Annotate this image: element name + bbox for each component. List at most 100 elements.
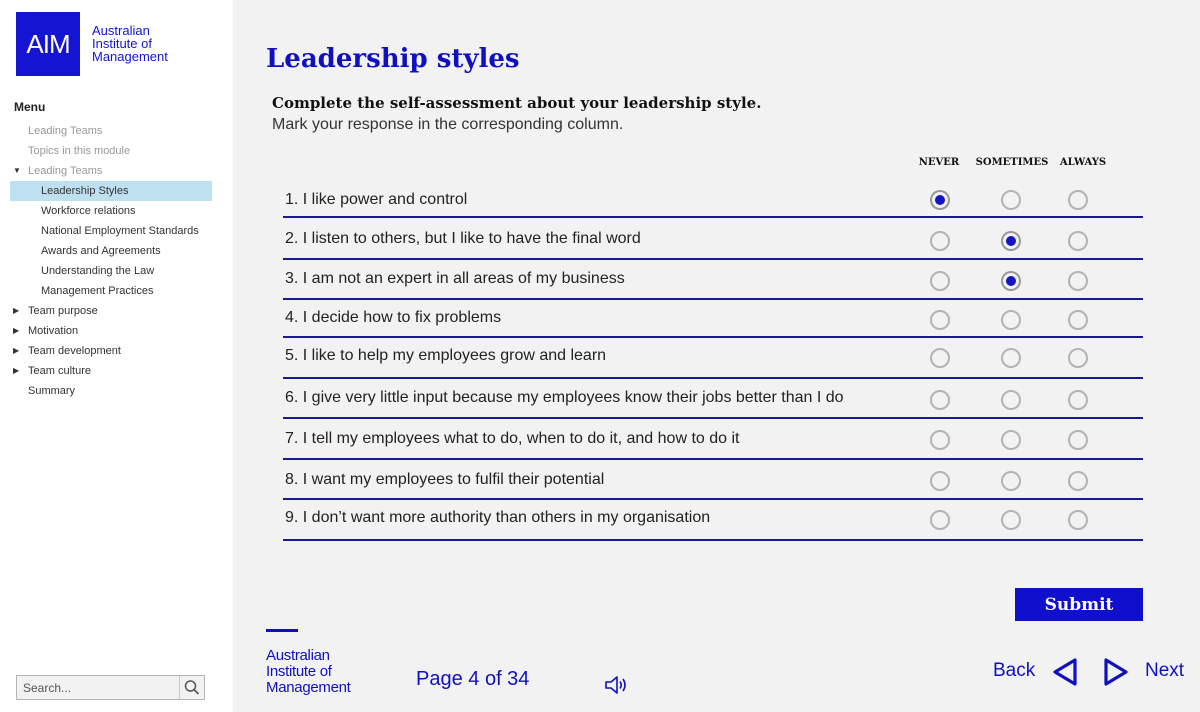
radio-never[interactable] bbox=[930, 231, 950, 251]
caret-down-icon[interactable]: ▼ bbox=[13, 161, 21, 181]
sidebar-item-label: Management Practices bbox=[41, 285, 154, 297]
radio-never[interactable] bbox=[930, 271, 950, 291]
sidebar-item-label: Awards and Agreements bbox=[41, 245, 161, 257]
search-input[interactable] bbox=[23, 679, 173, 696]
footer-logo-line: Australian bbox=[266, 647, 330, 664]
logo-mark: AIM bbox=[26, 28, 70, 59]
footer-divider bbox=[266, 629, 298, 632]
row-divider bbox=[283, 258, 1143, 260]
radio-never[interactable] bbox=[930, 348, 950, 368]
column-header-never: NEVER bbox=[918, 157, 960, 168]
radio-never[interactable] bbox=[930, 190, 950, 210]
instruction-heading: Complete the self-assessment about your … bbox=[272, 94, 762, 112]
footer-logo-line: Institute of bbox=[266, 663, 332, 680]
sidebar-item-label: Leading Teams bbox=[28, 125, 103, 137]
sidebar: AIM Australian Institute of Management M… bbox=[0, 0, 233, 712]
radio-sometimes[interactable] bbox=[1001, 348, 1021, 368]
question-text: 5. I like to help my employees grow and … bbox=[285, 347, 607, 364]
caret-right-icon[interactable]: ▶ bbox=[13, 301, 19, 321]
sidebar-item[interactable]: ▶ Motivation bbox=[10, 321, 212, 341]
sidebar-item[interactable]: Topics in this module bbox=[10, 141, 212, 161]
question-text: 8. I want my employees to fulfil their p… bbox=[285, 471, 605, 488]
radio-sometimes[interactable] bbox=[1001, 390, 1021, 410]
radio-never[interactable] bbox=[930, 430, 950, 450]
sidebar-item-label: Team culture bbox=[28, 365, 91, 377]
sidebar-item-label: Team development bbox=[28, 345, 121, 357]
radio-sometimes[interactable] bbox=[1001, 430, 1021, 450]
footer-logo-line: Management bbox=[266, 679, 351, 696]
radio-dot bbox=[1006, 236, 1016, 246]
column-header-always: ALWAYS bbox=[1059, 157, 1107, 168]
caret-right-icon[interactable]: ▶ bbox=[13, 361, 19, 381]
footer-logo: Australian Institute of Management bbox=[266, 648, 351, 696]
radio-always[interactable] bbox=[1068, 231, 1088, 251]
radio-always[interactable] bbox=[1068, 390, 1088, 410]
sidebar-item[interactable]: ▶ Team development bbox=[10, 341, 212, 361]
radio-always[interactable] bbox=[1068, 430, 1088, 450]
column-header-sometimes: SOMETIMES bbox=[975, 157, 1049, 168]
submit-button[interactable]: Submit bbox=[1015, 588, 1143, 621]
radio-never[interactable] bbox=[930, 510, 950, 530]
row-divider bbox=[283, 417, 1143, 419]
radio-never[interactable] bbox=[930, 310, 950, 330]
sidebar-item[interactable]: Leadership Styles bbox=[10, 181, 212, 201]
radio-sometimes[interactable] bbox=[1001, 471, 1021, 491]
radio-sometimes[interactable] bbox=[1001, 190, 1021, 210]
row-divider bbox=[283, 216, 1143, 218]
sidebar-item-label: Summary bbox=[28, 385, 76, 397]
sidebar-item-label: Workforce relations bbox=[41, 205, 136, 217]
sidebar-menu: Leading Teams Topics in this module ▼ Leadi… bbox=[10, 121, 212, 401]
question-text: 1. I like power and control bbox=[285, 191, 468, 208]
radio-always[interactable] bbox=[1068, 271, 1088, 291]
radio-always[interactable] bbox=[1068, 310, 1088, 330]
question-text: 6. I give very little input because my e… bbox=[285, 389, 844, 406]
back-arrow-icon[interactable] bbox=[1051, 657, 1079, 687]
back-link[interactable]: Back bbox=[993, 660, 1035, 682]
sidebar-item-label: Leadership Styles bbox=[41, 185, 129, 197]
radio-sometimes[interactable] bbox=[1001, 510, 1021, 530]
question-text: 2. I listen to others, but I like to hav… bbox=[285, 230, 641, 247]
sidebar-item[interactable]: Awards and Agreements bbox=[10, 241, 212, 261]
radio-always[interactable] bbox=[1068, 510, 1088, 530]
radio-always[interactable] bbox=[1068, 190, 1088, 210]
sidebar-item[interactable]: Workforce relations bbox=[10, 201, 212, 221]
question-text: 4. I decide how to fix problems bbox=[285, 309, 502, 326]
sidebar-item[interactable]: ▼ Leading Teams bbox=[10, 161, 212, 181]
sidebar-item[interactable]: Management Practices bbox=[10, 281, 212, 301]
sidebar-item-label: Topics in this module bbox=[28, 145, 131, 157]
row-divider bbox=[283, 458, 1143, 460]
aim-logo: AIM bbox=[16, 12, 80, 76]
radio-dot bbox=[935, 195, 945, 205]
row-divider bbox=[283, 498, 1143, 500]
sidebar-item[interactable]: ▶ Team purpose bbox=[10, 301, 212, 321]
radio-never[interactable] bbox=[930, 471, 950, 491]
brand-name-line: Management bbox=[92, 49, 168, 64]
search-button[interactable] bbox=[179, 676, 204, 699]
question-text: 7. I tell my employees what to do, when … bbox=[285, 430, 740, 447]
search-box bbox=[16, 675, 205, 700]
sidebar-item-label: Understanding the Law bbox=[41, 265, 155, 277]
page-title: Leadership styles bbox=[266, 44, 520, 74]
search-icon bbox=[184, 680, 200, 695]
caret-right-icon[interactable]: ▶ bbox=[13, 341, 19, 361]
speaker-icon[interactable] bbox=[604, 675, 630, 695]
radio-always[interactable] bbox=[1068, 348, 1088, 368]
radio-never[interactable] bbox=[930, 390, 950, 410]
radio-dot bbox=[1006, 276, 1016, 286]
sidebar-item-label: National Employment Standards bbox=[41, 225, 199, 237]
next-link[interactable]: Next bbox=[1145, 660, 1184, 682]
radio-sometimes[interactable] bbox=[1001, 271, 1021, 291]
sidebar-item[interactable]: Leading Teams bbox=[10, 121, 212, 141]
radio-sometimes[interactable] bbox=[1001, 310, 1021, 330]
sidebar-item-label: Team purpose bbox=[28, 305, 98, 317]
page-indicator: Page 4 of 34 bbox=[416, 668, 530, 690]
radio-always[interactable] bbox=[1068, 471, 1088, 491]
sidebar-item[interactable]: ▶ Team culture bbox=[10, 361, 212, 381]
caret-right-icon[interactable]: ▶ bbox=[13, 321, 19, 341]
sidebar-item[interactable]: National Employment Standards bbox=[10, 221, 212, 241]
radio-sometimes[interactable] bbox=[1001, 231, 1021, 251]
sidebar-item[interactable]: Summary bbox=[10, 381, 212, 401]
row-divider bbox=[283, 336, 1143, 338]
next-arrow-icon[interactable] bbox=[1102, 657, 1130, 687]
sidebar-item[interactable]: Understanding the Law bbox=[10, 261, 212, 281]
